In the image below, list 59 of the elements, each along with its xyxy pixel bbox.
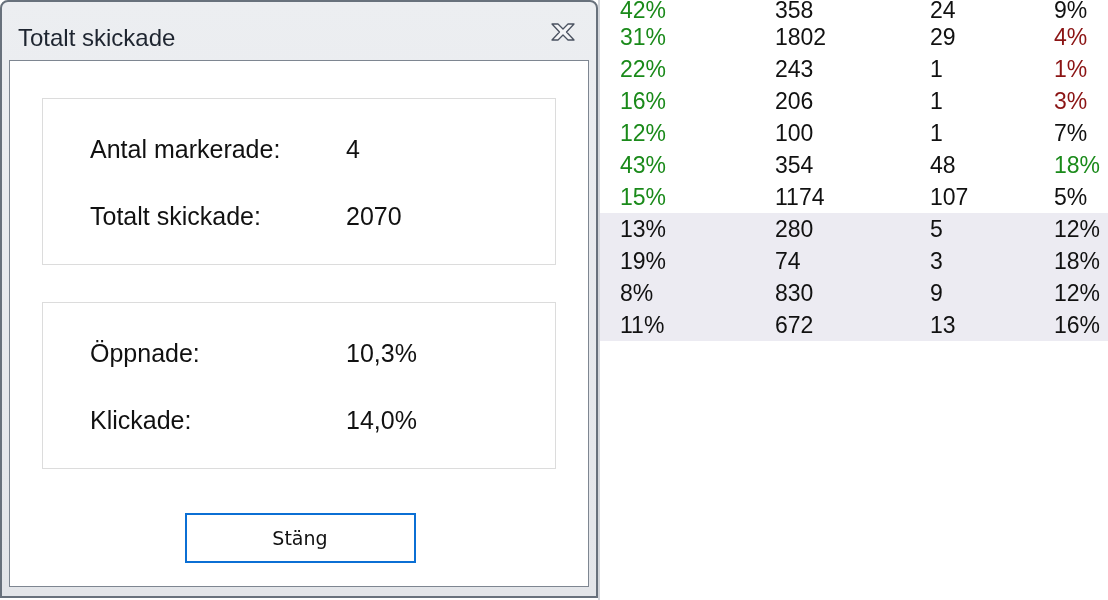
table-cell: 9 [930, 281, 943, 305]
table-cell: 15% [620, 185, 667, 209]
field-value: 14,0% [346, 407, 417, 433]
field-value: 2070 [346, 203, 402, 229]
table-cell: 24 [930, 0, 956, 21]
table-row[interactable]: 19% 74 3 18% [600, 245, 1108, 277]
table-cell: 107 [930, 185, 969, 209]
table-cell: 4% [1054, 25, 1088, 49]
table-cell: 18% [1054, 249, 1101, 273]
table-row[interactable]: 11% 672 13 16% [600, 309, 1108, 341]
table-cell: 16% [1054, 313, 1101, 337]
table-cell: 22% [620, 57, 667, 81]
field-label: Klickade: [90, 407, 193, 433]
table-cell: 11% [620, 313, 665, 337]
table-cell: 31% [620, 25, 667, 49]
table-cell: 29 [930, 25, 956, 49]
table-cell: 1174 [775, 185, 825, 209]
field-label: Öppnade: [90, 340, 201, 366]
table-cell: 1 [930, 57, 943, 81]
table-cell: 672 [775, 313, 814, 337]
table-cell: 206 [775, 89, 814, 113]
table-cell: 1 [930, 121, 943, 145]
table-cell: 5 [930, 217, 943, 241]
close-button[interactable]: Stäng [184, 513, 416, 563]
table-cell: 3% [1054, 89, 1088, 113]
window-title: Totalt skickade [18, 26, 176, 50]
table-cell: 13% [620, 217, 667, 241]
table-cell: 1802 [775, 25, 827, 49]
table-cell: 19% [620, 249, 667, 273]
table-cell: 5% [1054, 185, 1088, 209]
table-cell: 7% [1054, 121, 1088, 145]
table-cell: 12% [1054, 217, 1101, 241]
table-cell: 358 [775, 0, 814, 21]
table-cell: 100 [775, 121, 814, 145]
field-value: 4 [346, 136, 360, 162]
close-icon[interactable] [551, 23, 575, 41]
table-cell: 16% [620, 89, 667, 113]
table-cell: 18% [1054, 153, 1101, 177]
table-cell: 8% [620, 281, 654, 305]
table-row[interactable]: 13% 280 5 12% [600, 213, 1108, 245]
field-label: Totalt skickade: [90, 203, 262, 229]
table-cell: 1% [1054, 57, 1088, 81]
table-cell: 13 [930, 313, 956, 337]
table-cell: 12% [1054, 281, 1101, 305]
table-cell: 1 [930, 89, 943, 113]
table-cell: 243 [775, 57, 814, 81]
table-row[interactable]: 8% 830 9 12% [600, 277, 1108, 309]
table-cell: 48 [930, 153, 956, 177]
table-cell: 280 [775, 217, 814, 241]
field-value: 10,3% [346, 340, 417, 366]
table-cell: 830 [775, 281, 814, 305]
table-cell: 3 [930, 249, 943, 273]
table-cell: 9% [1054, 0, 1088, 21]
table-cell: 43% [620, 153, 667, 177]
table-cell: 12% [620, 121, 667, 145]
table-cell: 74 [775, 249, 801, 273]
field-label: Antal markerade: [90, 136, 282, 162]
table-cell: 354 [775, 153, 814, 177]
table-cell: 42% [620, 0, 667, 21]
